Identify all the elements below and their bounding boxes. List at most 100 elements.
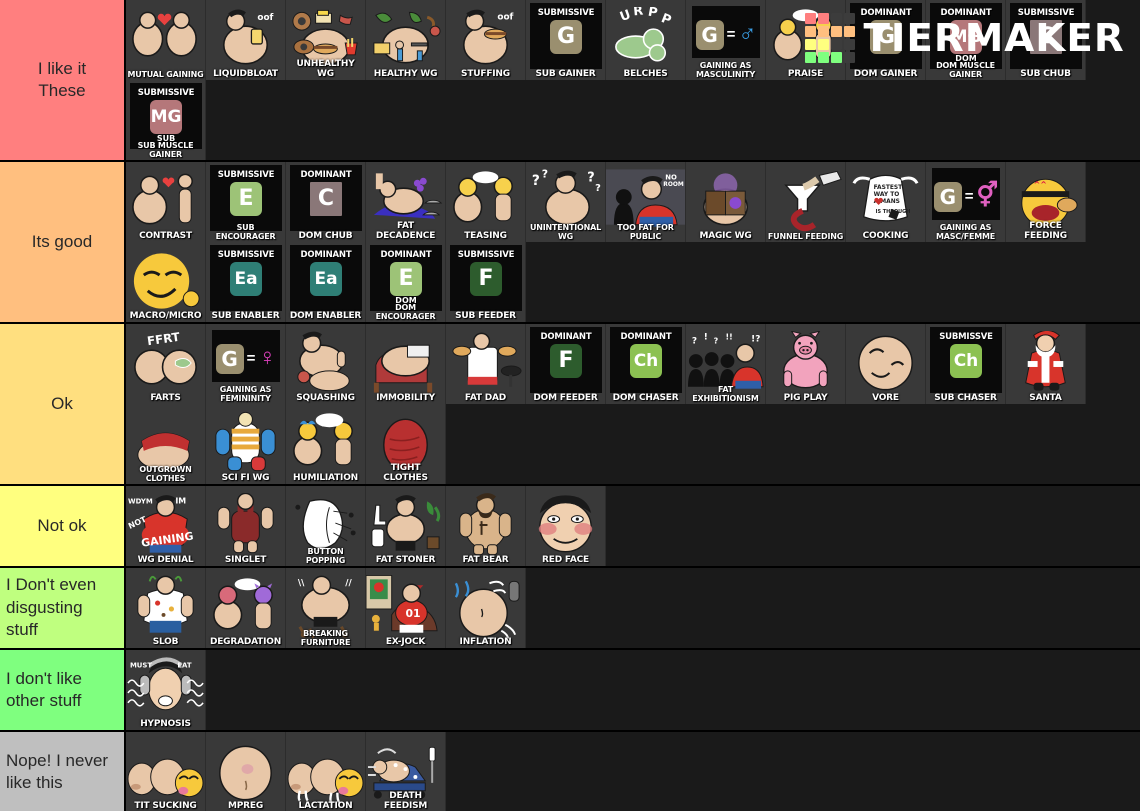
- equals-sign: =: [246, 349, 256, 367]
- tier-label[interactable]: Ok: [0, 324, 126, 484]
- tier-item[interactable]: MUTUAL GAINING: [126, 0, 206, 80]
- tier-item-label: FUNNEL FEEDING: [767, 231, 844, 241]
- tier-label[interactable]: Its good: [0, 162, 126, 322]
- tier-row: Its good CONTRAST SUBMISSIVE E SUB ENCOURAGE…: [0, 162, 1140, 324]
- tier-item[interactable]: \\ // BREAKING FURNITURE: [286, 568, 366, 648]
- tier-item[interactable]: FAT DAD: [446, 324, 526, 404]
- tier-item[interactable]: NO ROOM TOO FAT FOR PUBLIC: [606, 162, 686, 242]
- tier-item[interactable]: FAT BEAR: [446, 486, 526, 566]
- equation-row: G = ♂: [695, 18, 756, 50]
- tier-item-label: HYPNOSIS: [140, 718, 191, 729]
- badge-letter: Ch: [630, 344, 662, 378]
- tier-item[interactable]: TEASING: [446, 162, 526, 242]
- tier-item[interactable]: FUNNEL FEEDING: [766, 162, 846, 242]
- tier-item[interactable]: HUMILIATION: [286, 404, 366, 484]
- letter-badge: SUBMISSVE Ch: [930, 327, 1002, 393]
- stoner-icon: [366, 486, 445, 566]
- logo-cell: [804, 26, 816, 37]
- tier-items[interactable]: TIT SUCKING MPREG LACTATION DEATH FEEDISM: [126, 732, 1140, 811]
- tier-items[interactable]: CONTRAST SUBMISSIVE E SUB ENCOURAGER DOMINAN…: [126, 162, 1140, 322]
- tier-item[interactable]: WDYM IM NOT GAINING WG DENIAL: [126, 486, 206, 566]
- tier-item[interactable]: DEGRADATION: [206, 568, 286, 648]
- badge-letter: E: [390, 262, 422, 296]
- tier-item[interactable]: DEATH FEEDISM: [366, 732, 446, 811]
- tier-item[interactable]: SANTA: [1006, 324, 1086, 404]
- tier-label[interactable]: I like it These: [0, 0, 126, 160]
- tier-item[interactable]: LACTATION: [286, 732, 366, 811]
- hypnosis-icon: MUST EAT: [126, 650, 205, 730]
- logo-cell: [804, 39, 816, 50]
- tier-item[interactable]: HEALTHY WG: [366, 0, 446, 80]
- tier-item[interactable]: TIT SUCKING: [126, 732, 206, 811]
- badge-role: DOMINANT: [300, 170, 352, 180]
- tier-item[interactable]: FFRT FARTS: [126, 324, 206, 404]
- tier-item[interactable]: SUBMISSIVE MG SUB SUB MUSCLE GAINER: [126, 80, 206, 160]
- tier-item-label: TEASING: [464, 230, 507, 241]
- tier-item[interactable]: ^^ FORCE FEEDING: [1006, 162, 1086, 242]
- tier-item[interactable]: 01 EX-JOCK: [366, 568, 446, 648]
- tier-item[interactable]: SINGLET: [206, 486, 286, 566]
- tier-item[interactable]: INFLATION: [446, 568, 526, 648]
- tier-item[interactable]: BUTTON POPPING: [286, 486, 366, 566]
- tier-item[interactable]: DOMINANT Ch DOM CHASER: [606, 324, 686, 404]
- tier-item[interactable]: PIG PLAY: [766, 324, 846, 404]
- tier-item[interactable]: ?!?!!!? FAT EXHIBITIONISM: [686, 324, 766, 404]
- tier-item[interactable]: TIGHT CLOTHES: [366, 404, 446, 484]
- tier-item-label: PRAISE: [787, 68, 824, 79]
- tier-item[interactable]: DOMINANT E DOM DOM ENCOURAGER: [366, 242, 446, 322]
- tier-item[interactable]: UNHEALTHY WG: [286, 0, 366, 80]
- couch-belly-icon: [366, 324, 445, 404]
- tier-item[interactable]: MAGIC WG: [686, 162, 766, 242]
- tier-item-label: FAT BEAR: [462, 554, 509, 565]
- tier-item[interactable]: MPREG: [206, 732, 286, 811]
- tier-item[interactable]: SUBMISSIVE G SUB GAINER: [526, 0, 606, 80]
- tier-item[interactable]: SLOB: [126, 568, 206, 648]
- tier-item[interactable]: FAT DECADENCE: [366, 162, 446, 242]
- tier-item[interactable]: RED FACE: [526, 486, 606, 566]
- badge-letter: MG: [150, 100, 182, 134]
- tier-item[interactable]: FAT STONER: [366, 486, 446, 566]
- tier-item[interactable]: ???? UNINTENTIONAL WG: [526, 162, 606, 242]
- tier-item[interactable]: G = ♀ GAINING AS FEMININITY: [206, 324, 286, 404]
- tier-items[interactable]: FFRT FARTS G = ♀ GAINING AS FEMININITY SQUASHI…: [126, 324, 1140, 484]
- tier-item[interactable]: U R P P BELCHES: [606, 0, 686, 80]
- letter-badge: SUBMISSIVE G: [530, 3, 602, 69]
- letter-badge: DOMINANT E DOM: [370, 245, 442, 311]
- tier-item[interactable]: SQUASHING: [286, 324, 366, 404]
- tier-item[interactable]: FASTESTWAY TOA MANSIS THROUGHCOOKING: [846, 162, 926, 242]
- tier-item-label: MACRO/MICRO: [129, 310, 202, 321]
- tier-items[interactable]: SLOB DEGRADATION \\ // BREAKING FURNITURE 01 E…: [126, 568, 1140, 648]
- bear-icon: [446, 486, 525, 566]
- tier-item[interactable]: SUBMISSIVE Ea SUB ENABLER: [206, 242, 286, 322]
- tier-item[interactable]: oof LIQUIDBLOAT: [206, 0, 286, 80]
- tiermaker-logo[interactable]: TIERMAKER: [804, 13, 1124, 63]
- tier-item-label: RED FACE: [542, 554, 589, 565]
- tier-item[interactable]: VORE: [846, 324, 926, 404]
- tier-items[interactable]: MUST EAT HYPNOSIS: [126, 650, 1140, 730]
- tier-item[interactable]: IMMOBILITY: [366, 324, 446, 404]
- tier-label[interactable]: Not ok: [0, 486, 126, 566]
- tier-label[interactable]: I don't like other stuff: [0, 650, 126, 730]
- tier-item[interactable]: oof STUFFING: [446, 0, 526, 80]
- tier-item[interactable]: SUBMISSVE Ch SUB CHASER: [926, 324, 1006, 404]
- tier-item[interactable]: DOMINANT F DOM FEEDER: [526, 324, 606, 404]
- tier-item[interactable]: DOMINANT Ea DOM ENABLER: [286, 242, 366, 322]
- tier-label[interactable]: Nope! I never like this: [0, 732, 126, 811]
- tier-item[interactable]: MUST EAT HYPNOSIS: [126, 650, 206, 730]
- tier-label[interactable]: I Don't even disgusting stuff: [0, 568, 126, 648]
- tier-item[interactable]: G = ♂ GAINING AS MASCULINITY: [686, 0, 766, 80]
- tier-item[interactable]: SUBMISSIVE F SUB FEEDER: [446, 242, 526, 322]
- scifi-suit-icon: [206, 404, 285, 484]
- tier-item-label: TIT SUCKING: [134, 800, 197, 811]
- tier-item[interactable]: SCI FI WG: [206, 404, 286, 484]
- equation-row: G = ⚥: [933, 180, 998, 212]
- tier-item-label: BREAKING FURNITURE: [300, 629, 351, 647]
- tier-item[interactable]: MACRO/MICRO: [126, 242, 206, 322]
- tier-item[interactable]: OUTGROWN CLOTHES: [126, 404, 206, 484]
- tier-item[interactable]: CONTRAST: [126, 162, 206, 242]
- tier-item[interactable]: SUBMISSIVE E SUB ENCOURAGER: [206, 162, 286, 242]
- tier-item[interactable]: G = ⚥ GAINING AS MASC/FEMME: [926, 162, 1006, 242]
- tier-items[interactable]: WDYM IM NOT GAINING WG DENIAL SINGLET BUTTON P…: [126, 486, 1140, 566]
- svg-text:?: ?: [714, 336, 719, 345]
- tier-item[interactable]: DOMINANT C DOM CHUB: [286, 162, 366, 242]
